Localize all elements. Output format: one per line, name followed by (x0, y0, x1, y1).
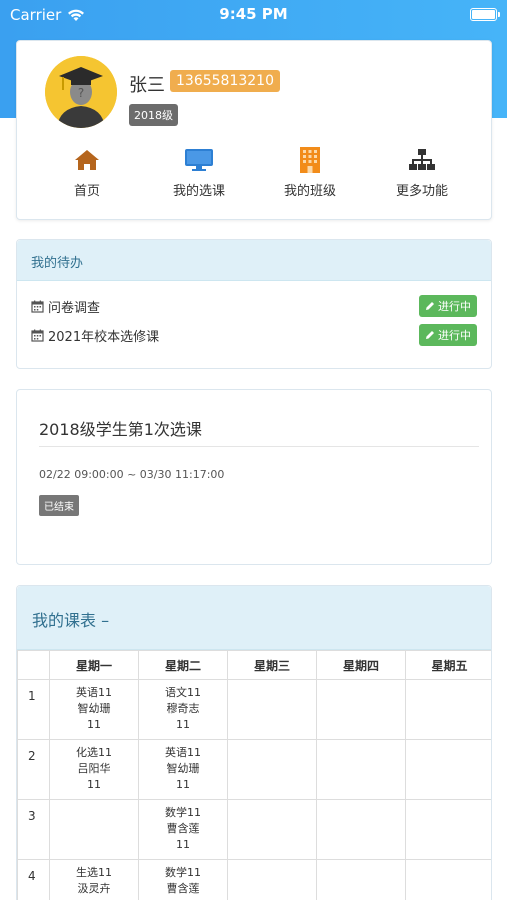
nav-home-label: 首页 (73, 184, 100, 199)
teacher-name: 穆奇志 (166, 702, 200, 715)
user-name: 张三 (129, 75, 165, 96)
todo-panel: 我的待办 问卷调查 进行中 2021年校本选修课 进行中 (16, 239, 492, 369)
nav-more-label: 更多功能 (395, 184, 448, 199)
profile-card: ? 张三 13655813210 2018级 首页 我的选课 我的班级 更多功能 (16, 40, 492, 220)
schedule-cell (405, 739, 491, 800)
schedule-cell (227, 739, 317, 800)
schedule-cell (316, 739, 406, 800)
status-bar: Carrier 9:45 PM (0, 0, 507, 30)
schedule-cell (227, 679, 317, 740)
period-number: 3 (17, 799, 50, 860)
period-number: 4 (17, 859, 50, 900)
course-name: 英语11 (76, 686, 112, 699)
class-number: 11 (176, 718, 190, 731)
teacher-name: 曹含莲 (166, 882, 200, 895)
course-name: 语文11 (165, 686, 201, 699)
schedule-cell (316, 859, 406, 900)
class-number: 11 (176, 838, 190, 851)
table-row: 4 生选11 汲灵卉 数学11 曹含莲 (17, 859, 491, 900)
in-progress-button[interactable]: 进行中 (419, 295, 477, 317)
schedule-cell (405, 679, 491, 740)
schedule-cell[interactable]: 化选11 吕阳华 11 (49, 739, 139, 800)
todo-title: 我的待办 (17, 240, 491, 281)
quick-nav: 首页 我的选课 我的班级 更多功能 (17, 145, 493, 205)
course-name: 英语11 (165, 746, 201, 759)
selection-time-range: 02/22 09:00:00 ~ 03/30 11:17:00 (39, 468, 225, 481)
status-badge: 已结束 (39, 495, 79, 516)
schedule-title[interactable]: 我的课表 – (17, 586, 491, 650)
course-name: 数学11 (165, 806, 201, 819)
selection-title: 2018级学生第1次选课 (39, 420, 202, 439)
teacher-name: 汲灵卉 (77, 882, 111, 895)
column-header: 星期四 (316, 650, 406, 680)
table-row: 1 英语11 智幼珊 11 语文11 穆奇志 11 (17, 679, 491, 740)
period-number: 1 (17, 679, 50, 740)
todo-item-label: 2021年校本选修课 (48, 329, 160, 345)
nav-my-class[interactable]: 我的班级 (255, 145, 365, 199)
class-number: 11 (176, 778, 190, 791)
in-progress-label: 进行中 (438, 329, 471, 342)
column-header: 星期五 (405, 650, 491, 680)
schedule-cell[interactable]: 生选11 汲灵卉 (49, 859, 139, 900)
column-header: 星期二 (138, 650, 228, 680)
schedule-cell (405, 799, 491, 860)
building-icon (300, 147, 320, 173)
nav-my-courses[interactable]: 我的选课 (144, 145, 254, 199)
in-progress-button[interactable]: 进行中 (419, 324, 477, 346)
schedule-cell[interactable]: 语文11 穆奇志 11 (138, 679, 228, 740)
schedule-cell[interactable]: 英语11 智幼珊 11 (49, 679, 139, 740)
monitor-icon (185, 149, 213, 171)
home-icon (75, 150, 99, 170)
table-row: 3 数学11 曹含莲 11 (17, 799, 491, 860)
column-header-period (17, 650, 50, 680)
in-progress-label: 进行中 (438, 300, 471, 313)
divider (39, 446, 479, 447)
table-header-row: 星期一 星期二 星期三 星期四 星期五 (17, 650, 491, 680)
calendar-icon (31, 329, 44, 342)
schedule-cell[interactable]: 数学11 曹含莲 11 (138, 799, 228, 860)
nav-my-courses-label: 我的选课 (172, 184, 225, 199)
schedule-table: 星期一 星期二 星期三 星期四 星期五 1 英语11 智幼珊 11 语文11 穆奇志 11 2… (17, 650, 491, 900)
table-row: 2 化选11 吕阳华 11 英语11 智幼珊 11 (17, 739, 491, 800)
course-name: 数学11 (165, 866, 201, 879)
battery-icon (470, 8, 500, 21)
course-selection-card[interactable]: 2018级学生第1次选课 02/22 09:00:00 ~ 03/30 11:1… (16, 389, 492, 565)
column-header: 星期一 (49, 650, 139, 680)
todo-item[interactable]: 2021年校本选修课 进行中 (31, 324, 477, 346)
teacher-name: 吕阳华 (77, 762, 111, 775)
schedule-cell (227, 799, 317, 860)
teacher-name: 智幼珊 (77, 702, 111, 715)
class-number: 11 (87, 778, 101, 791)
todo-item[interactable]: 问卷调查 进行中 (31, 295, 477, 317)
sitemap-icon (409, 149, 435, 170)
avatar[interactable]: ? (45, 56, 117, 128)
schedule-cell[interactable]: 数学11 曹含莲 (138, 859, 228, 900)
pencil-icon (426, 302, 434, 310)
period-number: 2 (17, 739, 50, 800)
nav-my-class-label: 我的班级 (283, 184, 336, 199)
schedule-cell[interactable]: 英语11 智幼珊 11 (138, 739, 228, 800)
course-name: 生选11 (76, 866, 112, 879)
nav-home[interactable]: 首页 (32, 145, 142, 199)
clock: 9:45 PM (219, 5, 288, 23)
teacher-name: 曹含莲 (166, 822, 200, 835)
teacher-name: 智幼珊 (166, 762, 200, 775)
svg-text:?: ? (78, 86, 84, 100)
column-header: 星期三 (227, 650, 317, 680)
phone-badge: 13655813210 (170, 70, 280, 92)
pencil-icon (426, 331, 434, 339)
schedule-panel: 我的课表 – 星期一 星期二 星期三 星期四 星期五 1 英语11 智幼珊 11 语文1… (16, 585, 492, 900)
schedule-cell (405, 859, 491, 900)
calendar-icon (31, 300, 44, 313)
schedule-cell (49, 799, 139, 860)
nav-more[interactable]: 更多功能 (367, 145, 477, 199)
schedule-cell (316, 799, 406, 860)
graduate-avatar-icon: ? (45, 56, 117, 128)
grade-badge: 2018级 (129, 104, 178, 126)
class-number: 11 (87, 718, 101, 731)
course-name: 化选11 (76, 746, 112, 759)
todo-item-label: 问卷调查 (48, 300, 101, 316)
schedule-cell (316, 679, 406, 740)
schedule-cell (227, 859, 317, 900)
